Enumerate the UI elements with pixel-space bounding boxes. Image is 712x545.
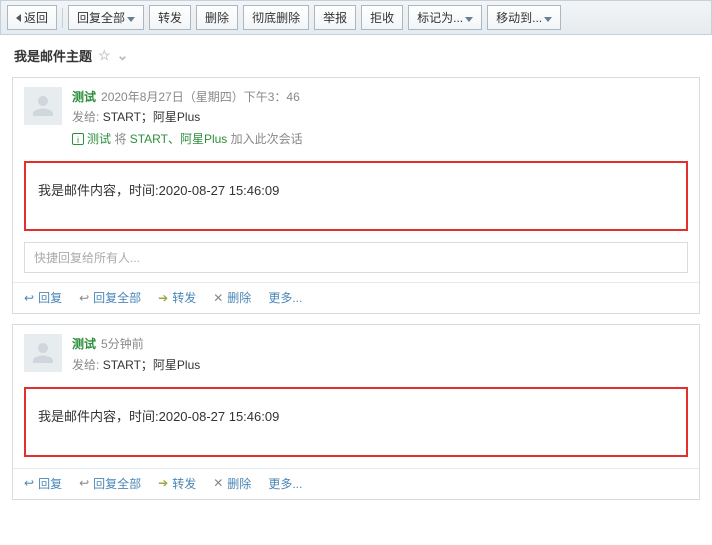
subject-bar: 我是邮件主题 ☆ ⌄ — [0, 35, 712, 71]
recipients: START；阿星Plus — [103, 358, 201, 372]
reply-icon: ↩ — [24, 291, 34, 305]
avatar — [24, 87, 62, 125]
recipients: START；阿星Plus — [103, 110, 201, 124]
message-actions: ↩回复 ↩回复全部 ➔转发 ✕删除更多... — [13, 468, 699, 499]
message-body: 我是邮件内容，时间:2020-08-27 15:46:09 — [24, 387, 688, 457]
join-info: i测试 将 START、阿星Plus 加入此次会话 — [72, 129, 688, 149]
message-header: 测试 2020年8月27日（星期四）下午3：46发给: START；阿星Plus i… — [13, 78, 699, 156]
message-meta: 测试 2020年8月27日（星期四）下午3：46发给: START；阿星Plus i… — [72, 87, 688, 149]
perm-delete-button[interactable]: 彻底删除 — [243, 5, 309, 30]
message-card: 测试 5分钟前发给: START；阿星Plus 我是邮件内容，时间:2020-08-… — [12, 324, 700, 500]
message-actions: ↩回复 ↩回复全部 ➔转发 ✕删除更多... — [13, 282, 699, 313]
delete-button[interactable]: 删除 — [196, 5, 238, 30]
subject-text: 我是邮件主题 — [14, 46, 92, 65]
forward-icon: ➔ — [158, 476, 168, 490]
report-button[interactable]: 举报 — [314, 5, 356, 30]
toolbar: 返回 回复全部 转发 删除 彻底删除 举报 拒收 标记为... 移动到... — [0, 0, 712, 35]
subject-menu-icon[interactable]: ⌄ — [117, 47, 129, 64]
reject-button[interactable]: 拒收 — [361, 5, 403, 30]
forward-action[interactable]: ➔转发 — [158, 289, 196, 306]
forward-button[interactable]: 转发 — [149, 5, 191, 30]
reply-icon: ↩ — [24, 476, 34, 490]
mark-as-button[interactable]: 标记为... — [408, 5, 482, 30]
forward-action[interactable]: ➔转发 — [158, 475, 196, 492]
info-icon: i — [72, 133, 84, 145]
join-names: START、阿星Plus — [130, 132, 228, 146]
message-meta: 测试 5分钟前发给: START；阿星Plus — [72, 334, 688, 375]
delete-action[interactable]: ✕删除 — [213, 289, 251, 306]
move-to-button[interactable]: 移动到... — [487, 5, 561, 30]
sender-name: 测试 — [72, 90, 96, 104]
reply-all-button[interactable]: 回复全部 — [68, 5, 144, 30]
back-label: 返回 — [24, 9, 48, 26]
forward-icon: ➔ — [158, 291, 168, 305]
recipients-label: 发给: — [72, 358, 99, 372]
message-datetime: 2020年8月27日（星期四）下午3：46 — [101, 90, 300, 104]
reply-all-action[interactable]: ↩回复全部 — [79, 289, 141, 306]
sender-name: 测试 — [72, 337, 96, 351]
more-action[interactable]: 更多... — [268, 289, 302, 306]
chevron-down-icon — [544, 17, 552, 22]
reply-action[interactable]: ↩回复 — [24, 475, 62, 492]
reply-all-icon: ↩ — [79, 291, 89, 305]
chevron-down-icon — [465, 17, 473, 22]
quick-reply-input[interactable]: 快捷回复给所有人... — [24, 242, 688, 273]
delete-action[interactable]: ✕删除 — [213, 475, 251, 492]
avatar — [24, 334, 62, 372]
message-header: 测试 5分钟前发给: START；阿星Plus — [13, 325, 699, 382]
message-datetime: 5分钟前 — [101, 337, 144, 351]
reply-all-icon: ↩ — [79, 476, 89, 490]
chevron-down-icon — [127, 17, 135, 22]
reply-all-action[interactable]: ↩回复全部 — [79, 475, 141, 492]
back-button[interactable]: 返回 — [7, 5, 57, 30]
delete-icon: ✕ — [213, 476, 223, 490]
divider — [62, 8, 63, 28]
message-body: 我是邮件内容，时间:2020-08-27 15:46:09 — [24, 161, 688, 231]
star-icon[interactable]: ☆ — [98, 47, 111, 64]
delete-icon: ✕ — [213, 291, 223, 305]
chevron-left-icon — [16, 14, 21, 22]
message-card: 测试 2020年8月27日（星期四）下午3：46发给: START；阿星Plus i… — [12, 77, 700, 314]
join-sender: 测试 — [87, 132, 111, 146]
recipients-label: 发给: — [72, 110, 99, 124]
reply-action[interactable]: ↩回复 — [24, 289, 62, 306]
more-action[interactable]: 更多... — [268, 475, 302, 492]
